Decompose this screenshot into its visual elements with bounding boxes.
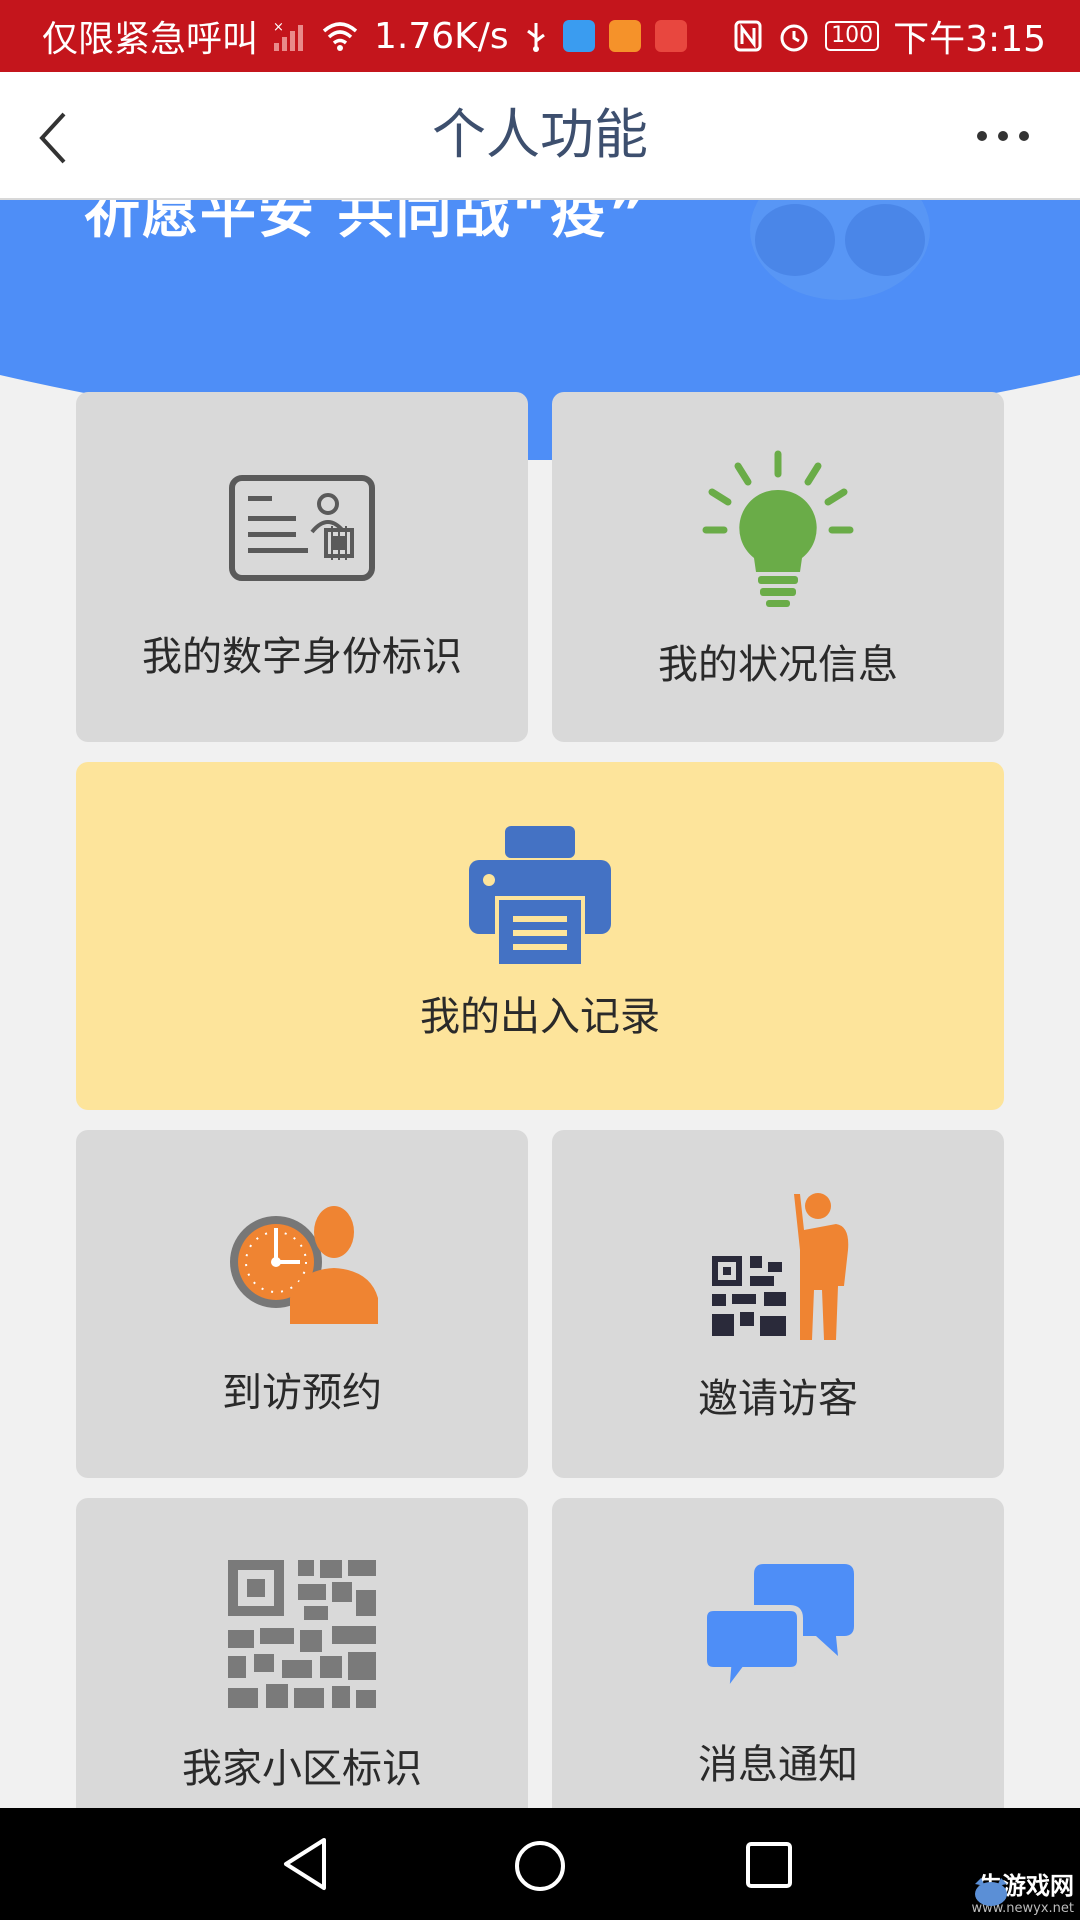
no-signal-icon: ×: [272, 19, 306, 53]
tile-label: 我的数字身份标识: [142, 634, 462, 680]
printer-icon: [469, 826, 611, 966]
mascot-icon: [750, 200, 930, 300]
wifi-icon: [320, 19, 360, 53]
nav-home-icon[interactable]: [512, 1838, 568, 1894]
svg-text:×: ×: [273, 20, 284, 35]
tile-label: 我的出入记录: [420, 994, 660, 1040]
status-bar: 仅限紧急呼叫 × 1.76K/s 100 下午3:15: [0, 0, 1080, 72]
page-title: 个人功能: [432, 103, 648, 166]
nav-recents-icon[interactable]: [744, 1840, 794, 1890]
book-app-icon: [654, 20, 687, 52]
usb-icon: [523, 19, 549, 53]
app-notification-icon: [562, 20, 595, 52]
tile-messages[interactable]: 消息通知: [552, 1498, 1004, 1808]
video-app-icon: [608, 20, 641, 52]
id-card-icon: [229, 475, 375, 581]
tile-label: 消息通知: [698, 1742, 858, 1788]
chat-bubbles-icon: [704, 1564, 854, 1698]
clock-person-icon: [230, 1206, 378, 1324]
tile-community-id[interactable]: 我家小区标识: [76, 1498, 528, 1808]
network-speed: 1.76K/s: [374, 15, 509, 57]
watermark-logo-icon: [975, 1878, 1008, 1906]
tile-visit-appointment[interactable]: 到访预约: [76, 1130, 528, 1478]
lightbulb-icon: [702, 450, 854, 607]
more-options-icon[interactable]: [976, 124, 1030, 148]
tile-status-info[interactable]: 我的状况信息: [552, 392, 1004, 742]
tile-access-records[interactable]: 我的出入记录: [76, 762, 1004, 1110]
carrier-text: 仅限紧急呼叫: [42, 19, 259, 60]
alarm-icon: [777, 19, 811, 53]
tile-invite-visitor[interactable]: 邀请访客: [552, 1130, 1004, 1478]
tile-label: 我家小区标识: [182, 1746, 422, 1792]
tile-label: 到访预约: [222, 1370, 382, 1416]
qr-person-icon: [710, 1193, 849, 1340]
battery-icon: 100: [825, 21, 880, 51]
tile-label: 邀请访客: [698, 1376, 858, 1422]
banner-slogan: 祈愿平安 共同战“疫”: [84, 200, 648, 246]
qr-code-icon: [228, 1560, 376, 1708]
app-header: 个人功能: [0, 72, 1080, 200]
nav-back-icon[interactable]: [280, 1836, 330, 1892]
tile-digital-identity[interactable]: 我的数字身份标识: [76, 392, 528, 742]
tile-label: 我的状况信息: [658, 642, 898, 688]
watermark: 牛游戏网 www.newyx.net: [971, 1866, 1074, 1916]
system-nav-bar: 牛游戏网 www.newyx.net: [0, 1808, 1080, 1920]
clock: 下午3:15: [893, 19, 1046, 60]
nfc-icon: [733, 19, 763, 53]
